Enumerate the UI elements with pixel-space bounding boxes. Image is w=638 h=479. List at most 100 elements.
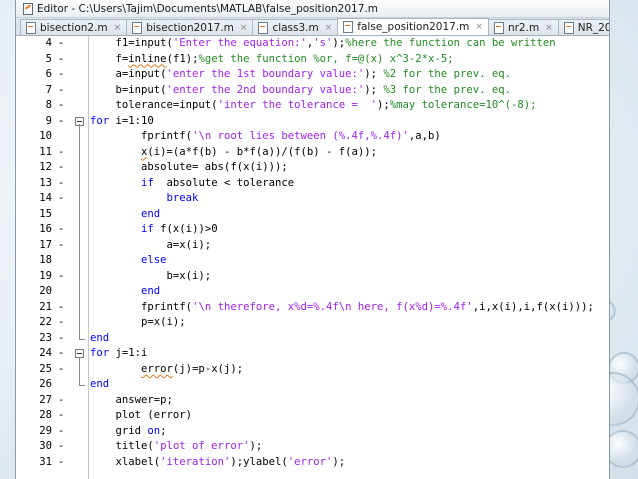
breakpoint-marker[interactable]: -: [58, 83, 64, 99]
fold-guide-end: [79, 338, 85, 340]
code-line[interactable]: 31- xlabel('iteration');ylabel('error');: [16, 455, 609, 471]
breakpoint-marker[interactable]: -: [58, 238, 64, 254]
line-number: 9: [45, 114, 52, 127]
code-line[interactable]: 7- b=input('enter the 2nd boundary value…: [16, 83, 609, 99]
breakpoint-marker[interactable]: -: [58, 439, 64, 455]
code-line[interactable]: 22- p=x(i);: [16, 315, 609, 331]
code-line[interactable]: 25- error(j)=p-x(j);: [16, 362, 609, 378]
code-text: end: [90, 331, 110, 344]
breakpoint-marker[interactable]: -: [58, 160, 64, 176]
tab-5[interactable]: NR_2017.m×: [557, 19, 609, 35]
tab-label: false_position2017.m: [357, 21, 470, 33]
close-icon[interactable]: ×: [240, 23, 248, 33]
tab-0[interactable]: bisection2.m ×: [20, 19, 128, 35]
title-bar: Editor - C:\Users\Tajim\Documents\MATLAB…: [16, 0, 609, 18]
code-line[interactable]: 14- break: [16, 191, 609, 207]
code-line[interactable]: 18 else: [16, 253, 609, 269]
tab-label: nr2.m: [507, 21, 540, 34]
close-icon[interactable]: ×: [325, 23, 333, 33]
code-text: f1=input('Enter the equation:','s');%her…: [90, 37, 556, 49]
window-title: Editor - C:\Users\Tajim\Documents\MATLAB…: [37, 2, 378, 15]
code-line[interactable]: 11- x(i)=(a*f(b) - b*f(a))/(f(b) - f(a))…: [16, 145, 609, 161]
tab-strip: bisection2.m × bisection2017.m × class3.m × fa…: [16, 18, 609, 36]
line-number: 8: [45, 99, 52, 112]
breakpoint-marker[interactable]: -: [58, 36, 64, 52]
line-number: 19: [39, 269, 52, 282]
code-line[interactable]: 26 end: [16, 357, 609, 393]
tab-label: class3.m: [272, 21, 319, 34]
tab-4[interactable]: nr2.m ×: [487, 19, 559, 35]
breakpoint-marker[interactable]: -: [58, 331, 64, 347]
breakpoint-marker[interactable]: -: [58, 98, 64, 114]
line-number: 16: [39, 223, 52, 236]
code-text: error(j)=p-x(j);: [141, 362, 244, 375]
line-number: 7: [45, 83, 52, 96]
breakpoint-marker[interactable]: -: [58, 408, 64, 424]
code-line[interactable]: 23- end: [16, 124, 609, 347]
code-text: answer=p;: [90, 393, 173, 406]
code-line[interactable]: 15 end: [16, 207, 609, 223]
breakpoint-marker[interactable]: -: [58, 455, 64, 471]
code-text: xlabel('iteration');ylabel('error');: [90, 455, 346, 468]
line-number: 11: [39, 145, 52, 158]
breakpoint-marker[interactable]: -: [58, 222, 64, 238]
line-number: 12: [39, 161, 52, 174]
tab-1[interactable]: bisection2017.m ×: [126, 19, 254, 35]
code-text: plot (error): [90, 409, 193, 422]
code-line[interactable]: 9- for i=1:10: [16, 114, 609, 130]
code-line[interactable]: 5- f=inline(f1);%get the function %or, f…: [16, 52, 609, 68]
file-tab-icon: [132, 21, 143, 34]
file-tab-icon: [26, 21, 36, 34]
breakpoint-marker[interactable]: -: [58, 315, 64, 331]
code-line[interactable]: 13- if absolute < tolerance: [16, 176, 609, 192]
tab-3[interactable]: false_position2017.m ×: [337, 18, 489, 35]
code-line[interactable]: 20 end: [16, 284, 609, 300]
close-icon[interactable]: ×: [114, 23, 122, 33]
code-line[interactable]: 24- for j=1:i: [16, 346, 609, 362]
line-number: 25: [39, 362, 52, 375]
breakpoint-marker[interactable]: -: [58, 362, 64, 378]
code-line[interactable]: 19- b=x(i);: [16, 269, 609, 285]
tab-2[interactable]: class3.m ×: [252, 19, 339, 35]
breakpoint-marker[interactable]: -: [58, 424, 64, 440]
code-line[interactable]: 6- a=input('enter the 1st boundary value…: [16, 67, 609, 83]
code-text: grid on;: [90, 424, 167, 437]
code-line[interactable]: 8- tolerance=input('inter the tolerance …: [16, 98, 609, 114]
code-line[interactable]: 21- fprintf('\n therefore, x%d=%.4f\n he…: [16, 300, 609, 316]
code-line[interactable]: 10 fprintf('\n root lies between (%.4f,%…: [16, 129, 609, 145]
editor-window: Editor - C:\Users\Tajim\Documents\MATLAB…: [15, 0, 610, 479]
breakpoint-marker[interactable]: -: [58, 114, 64, 130]
code-line[interactable]: 30- title('plot of error');: [16, 439, 609, 455]
code-line[interactable]: 29- grid on;: [16, 424, 609, 440]
code-line[interactable]: 16- if f(x(i))>0: [16, 222, 609, 238]
breakpoint-marker[interactable]: -: [58, 176, 64, 192]
close-icon[interactable]: ×: [475, 22, 483, 32]
breakpoint-marker[interactable]: -: [58, 393, 64, 409]
breakpoint-marker[interactable]: -: [58, 191, 64, 207]
breakpoint-marker[interactable]: -: [58, 67, 64, 83]
tab-label: bisection2017.m: [146, 21, 234, 34]
line-number: 24: [39, 347, 52, 360]
line-number: 28: [39, 409, 52, 422]
line-number: 21: [39, 300, 52, 313]
line-number: 31: [39, 455, 52, 468]
code-line[interactable]: 28- plot (error): [16, 408, 609, 424]
breakpoint-marker[interactable]: -: [58, 269, 64, 285]
breakpoint-marker[interactable]: -: [58, 145, 64, 161]
code-text: a=input('enter the 1st boundary value:')…: [90, 68, 511, 81]
code-line[interactable]: 27- answer=p;: [16, 393, 609, 409]
breakpoint-marker[interactable]: -: [58, 346, 64, 362]
file-tab-icon: [258, 21, 269, 34]
close-icon[interactable]: ×: [545, 23, 553, 33]
file-tab-icon: [343, 21, 354, 33]
line-number: 20: [39, 285, 52, 298]
line-number: 6: [45, 68, 52, 81]
code-text: p=x(i);: [90, 316, 186, 329]
code-line[interactable]: 4- f1=input('Enter the equation:','s');%…: [16, 36, 609, 52]
code-line[interactable]: 12- absolute= abs(f(x(i)));: [16, 160, 609, 176]
code-line[interactable]: 17- a=x(i);: [16, 238, 609, 254]
breakpoint-marker[interactable]: -: [58, 300, 64, 316]
code-text: tolerance=input('inter the tolerance = '…: [90, 99, 537, 112]
code-editor[interactable]: 4- f1=input('Enter the equation:','s');%…: [16, 36, 609, 479]
breakpoint-marker[interactable]: -: [58, 52, 64, 68]
